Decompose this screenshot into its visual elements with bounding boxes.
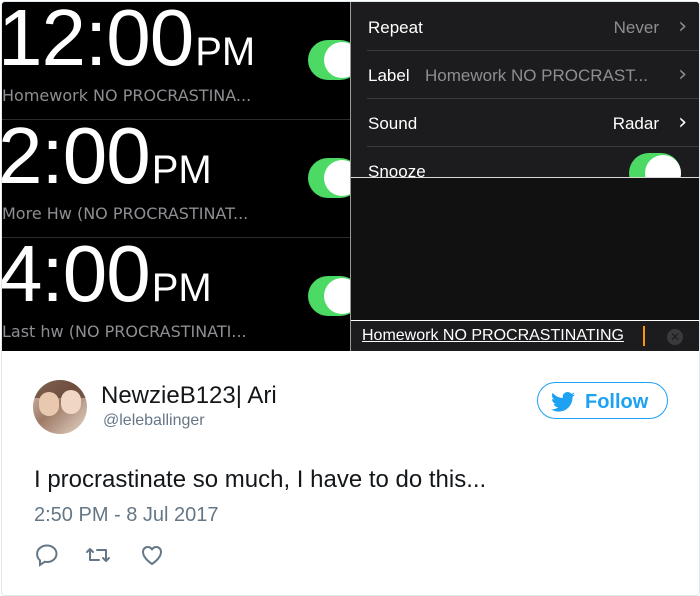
reply-icon[interactable] (35, 542, 61, 568)
alarm-time: 2:00PM (2, 120, 212, 200)
alarm-time: 4:00PM (2, 238, 212, 318)
snooze-row: Snooze (351, 147, 699, 177)
snooze-key: Snooze (368, 162, 426, 177)
like-icon[interactable] (139, 542, 165, 568)
alarm-label: Homework NO PROCRASTINA... (2, 86, 252, 105)
tweet-text: I procrastinate so much, I have to do th… (34, 466, 487, 493)
tweet-media[interactable]: 12:00PM Homework NO PROCRASTINA... 2:00P… (2, 2, 699, 351)
twitter-bird-icon (551, 392, 575, 412)
label-editor: Homework NO PROCRASTINATING ✕ (351, 178, 699, 351)
tweet-card: 12:00PM Homework NO PROCRASTINA... 2:00P… (1, 1, 700, 596)
alarm-time: 12:00PM (2, 2, 256, 82)
toggle-knob (645, 155, 681, 177)
label-row[interactable]: Label Homework NO PROCRAST... › (351, 51, 699, 99)
repeat-key: Repeat (368, 18, 423, 37)
alarm-toggle[interactable] (308, 40, 350, 80)
chevron-right-icon: › (678, 14, 687, 39)
label-key: Label (368, 66, 410, 85)
follow-button[interactable]: Follow (537, 382, 668, 419)
label-value: Homework NO PROCRAST... (425, 66, 648, 85)
alarm-label: More Hw (NO PROCRASTINAT... (2, 204, 249, 223)
avatar-face (61, 390, 81, 414)
avatar[interactable] (33, 380, 87, 434)
follow-label: Follow (585, 391, 649, 413)
media-divider (351, 177, 699, 178)
label-field-value: Homework NO PROCRASTINATING (362, 327, 624, 344)
toggle-knob (324, 160, 350, 196)
label-text-field[interactable]: Homework NO PROCRASTINATING ✕ (351, 320, 699, 351)
repeat-value: Never (613, 18, 659, 37)
sound-key: Sound (368, 114, 418, 133)
alarm-row[interactable]: 2:00PM More Hw (NO PROCRASTINAT... (2, 120, 350, 238)
alarm-row[interactable]: 4:00PM Last hw (NO PROCRASTINATI... (2, 238, 350, 355)
alarm-toggle[interactable] (308, 158, 350, 198)
sound-value: Radar (612, 114, 659, 133)
alarm-toggle[interactable] (308, 276, 350, 316)
repeat-row[interactable]: Repeat Never › (351, 3, 699, 51)
alarm-label: Last hw (NO PROCRASTINATI... (2, 322, 247, 341)
retweet-icon[interactable] (85, 542, 111, 568)
toggle-knob (324, 42, 350, 78)
chevron-right-icon: › (678, 110, 687, 135)
sound-row[interactable]: Sound Radar › (351, 99, 699, 147)
avatar-face (39, 392, 59, 416)
alarm-settings: Repeat Never › Label Homework NO PROCRAS… (351, 2, 699, 177)
alarm-row[interactable]: 12:00PM Homework NO PROCRASTINA... (2, 2, 350, 120)
user-handle[interactable]: @leleballinger (103, 412, 205, 430)
chevron-right-icon: › (678, 62, 687, 87)
text-caret (643, 326, 645, 346)
alarm-list: 12:00PM Homework NO PROCRASTINA... 2:00P… (2, 2, 350, 351)
toggle-knob (324, 278, 350, 314)
tweet-timestamp[interactable]: 2:50 PM - 8 Jul 2017 (34, 504, 219, 527)
snooze-toggle[interactable] (629, 153, 681, 177)
display-name[interactable]: NewzieB123| Ari (101, 382, 277, 410)
clear-icon[interactable]: ✕ (667, 329, 683, 345)
